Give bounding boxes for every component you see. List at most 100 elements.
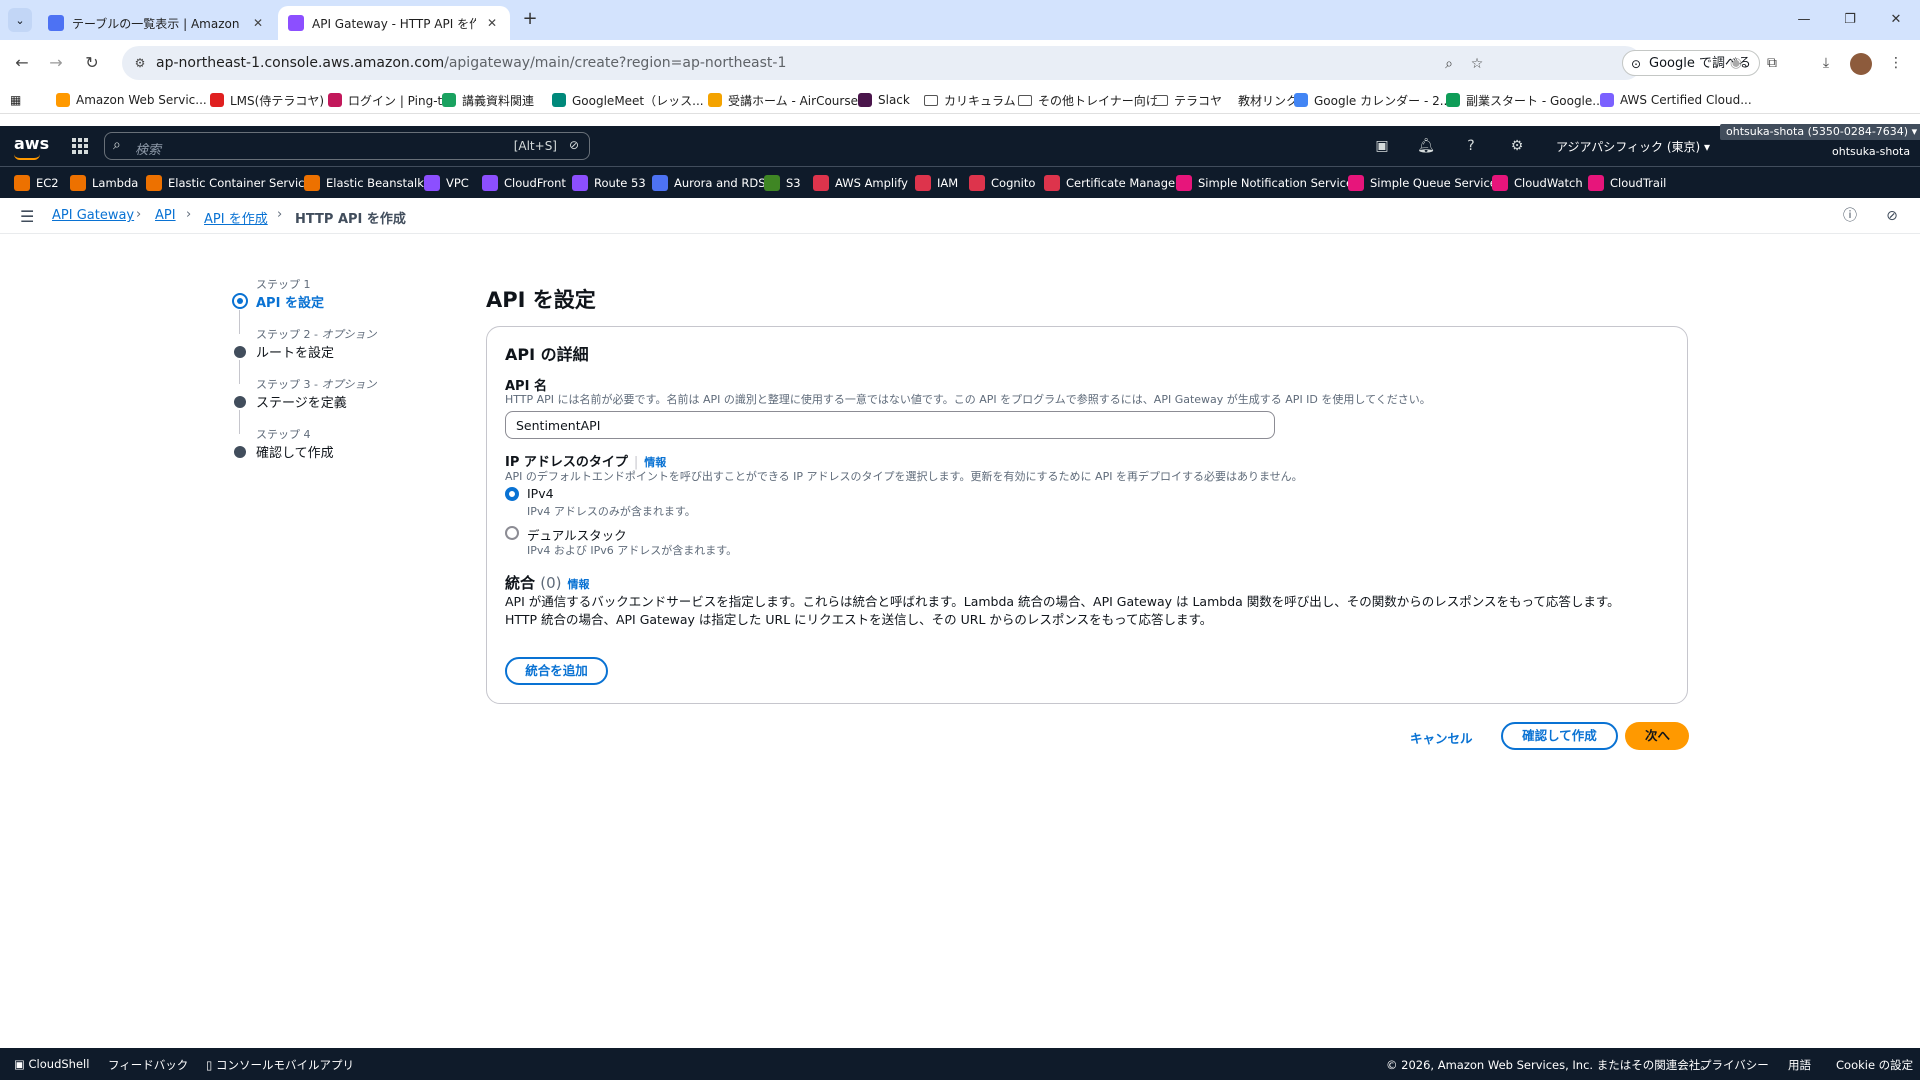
url-text[interactable]: ap-northeast-1.console.aws.amazon.com/ap… <box>156 55 786 71</box>
restore-icon[interactable]: ❐ <box>1838 8 1862 32</box>
favorite-label: Aurora and RDS <box>674 176 766 190</box>
site-settings-icon[interactable]: ⚙ <box>132 55 148 71</box>
apps-grid-icon[interactable]: ▦ <box>10 90 21 110</box>
info-circle-icon[interactable]: ⓘ <box>1841 207 1859 225</box>
services-menu-icon[interactable] <box>72 138 88 154</box>
favorite-service-ec2[interactable]: EC2 <box>14 174 59 192</box>
bookmark-item[interactable]: カリキュラム <box>924 90 1016 110</box>
favorite-service-aws-amplify[interactable]: AWS Amplify <box>813 174 908 192</box>
integrations-info-link[interactable]: 情報 <box>568 578 590 591</box>
api-name-description: HTTP API には名前が必要です。名前は API の識別と整理に使用する一意… <box>505 393 1431 406</box>
cloudshell-icon[interactable]: ▣ <box>1372 136 1392 156</box>
footer-privacy[interactable]: プライバシー <box>1700 1057 1769 1073</box>
new-tab-plus-icon[interactable]: + <box>518 8 542 32</box>
bookmark-item[interactable]: 受講ホーム - AirCourse <box>708 90 858 110</box>
next-button[interactable]: 次へ <box>1625 722 1689 750</box>
ipv4-label[interactable]: IPv4 <box>527 486 554 501</box>
forward-arrow-icon[interactable]: → <box>44 51 68 75</box>
settings-gear-icon[interactable]: ⚙ <box>1507 136 1527 156</box>
favorite-service-s3[interactable]: S3 <box>764 174 801 192</box>
bookmark-item[interactable]: ログイン | Ping-t <box>328 90 442 110</box>
wizard-step-1[interactable]: ステップ 1 API を設定 <box>232 276 434 334</box>
aws-logo[interactable]: aws <box>14 134 49 160</box>
notifications-bell-icon[interactable]: 🔔︎ <box>1416 136 1436 156</box>
favorite-service-elastic-beanstalk[interactable]: Elastic Beanstalk <box>304 174 424 192</box>
preferences-icon[interactable]: ⊘ <box>1883 207 1901 225</box>
address-bar[interactable]: ⚙ ap-northeast-1.console.aws.amazon.com/… <box>122 46 1760 80</box>
account-menu[interactable]: ohtsuka-shota (5350-0284-7634) ▾ <box>1720 124 1920 140</box>
step-label: API を設定 <box>256 296 324 311</box>
footer-feedback[interactable]: フィードバック <box>108 1057 188 1073</box>
wizard-step-2[interactable]: ステップ 2 - オプション ルートを設定 <box>234 326 434 384</box>
breadcrumb-create-api[interactable]: API を作成 <box>204 208 268 227</box>
window-close-icon[interactable]: ✕ <box>1884 8 1908 32</box>
bookmark-item[interactable]: 副業スタート - Google... <box>1446 90 1604 110</box>
favorite-service-route-53[interactable]: Route 53 <box>572 174 646 192</box>
favorite-service-simple-queue-service[interactable]: Simple Queue Service <box>1348 174 1497 192</box>
favorite-service-cloudfront[interactable]: CloudFront <box>482 174 566 192</box>
browser-tab-dynamodb[interactable]: テーブルの一覧表示 | Amazon Dy ✕ <box>38 6 276 40</box>
favorite-service-cloudtrail[interactable]: CloudTrail <box>1588 174 1666 192</box>
extensions-icon[interactable]: ⧉ <box>1762 53 1782 73</box>
bookmark-item[interactable]: LMS(侍テラコヤ) <box>210 90 324 110</box>
footer-cookie-settings[interactable]: Cookie の設定 <box>1836 1057 1913 1073</box>
bookmark-item[interactable]: Google カレンダー - 2... <box>1294 90 1451 110</box>
favorite-service-iam[interactable]: IAM <box>915 174 958 192</box>
breadcrumb-api[interactable]: API <box>155 208 176 223</box>
close-tab-icon[interactable]: ✕ <box>484 16 500 30</box>
bookmark-item[interactable]: その他トレイナー向け <box>1018 90 1158 110</box>
favorite-service-certificate-manager[interactable]: Certificate Manager <box>1044 174 1180 192</box>
footer-cloudshell[interactable]: ▣ CloudShell <box>14 1057 89 1071</box>
favorite-service-vpc[interactable]: VPC <box>424 174 469 192</box>
bookmark-item[interactable]: AWS Certified Cloud... <box>1600 90 1752 110</box>
chevron-right-icon: › <box>186 207 192 222</box>
breadcrumb-bar: ☰ API Gateway › API › API を作成 › HTTP API… <box>0 198 1920 234</box>
bookmark-item[interactable]: Amazon Web Servic... <box>56 90 207 110</box>
review-and-create-button[interactable]: 確認して作成 <box>1501 722 1618 750</box>
close-tab-icon[interactable]: ✕ <box>250 16 266 30</box>
bookmark-item[interactable]: GoogleMeet（レッス... <box>552 90 704 110</box>
browser-menu-icon[interactable]: ⋮ <box>1886 53 1906 73</box>
profile-avatar[interactable] <box>1850 53 1872 75</box>
wizard-step-4[interactable]: ステップ 4 確認して作成 <box>234 426 434 476</box>
step-label: ルートを設定 <box>256 346 335 361</box>
camera-icon[interactable]: ◉ <box>1726 53 1746 73</box>
tab-search-button[interactable]: ⌄ <box>8 8 32 32</box>
favorite-service-cognito[interactable]: Cognito <box>969 174 1035 192</box>
favorite-service-elastic-container-service[interactable]: Elastic Container Service <box>146 174 312 192</box>
favorite-service-lambda[interactable]: Lambda <box>70 174 138 192</box>
help-icon[interactable]: ? <box>1461 136 1481 156</box>
favorite-service-aurora-and-rds[interactable]: Aurora and RDS <box>652 174 766 192</box>
zoom-icon[interactable]: ⌕ <box>1440 55 1458 73</box>
bookmark-star-icon[interactable]: ☆ <box>1468 55 1486 73</box>
footer-terms[interactable]: 用語 <box>1788 1057 1811 1073</box>
add-integration-button[interactable]: 統合を追加 <box>505 657 608 685</box>
region-selector[interactable]: アジアパシフィック (東京) ▾ <box>1556 138 1710 155</box>
footer-mobile-app[interactable]: ▯ コンソールモバイルアプリ <box>206 1057 354 1073</box>
aws-search-input[interactable]: ⌕ 検索 [Alt+S] ⊘ <box>104 132 590 160</box>
back-arrow-icon[interactable]: ← <box>10 51 34 75</box>
bookmark-item[interactable]: 教材リンク <box>1238 90 1298 110</box>
download-icon[interactable]: ⤓ <box>1816 53 1836 73</box>
bookmark-item[interactable]: 講義資料関連 <box>442 90 534 110</box>
wizard-step-3[interactable]: ステップ 3 - オプション ステージを定義 <box>234 376 434 434</box>
bookmark-favicon-icon <box>1600 93 1614 107</box>
api-name-input[interactable] <box>505 411 1275 439</box>
browser-tab-apigateway[interactable]: API Gateway - HTTP API を作成 ✕ <box>278 6 510 40</box>
folder-icon <box>924 94 938 106</box>
bookmark-item[interactable]: テラコヤ <box>1154 90 1222 110</box>
bookmark-item[interactable]: Slack <box>858 90 910 110</box>
minimize-icon[interactable]: — <box>1792 8 1816 32</box>
cancel-button[interactable]: キャンセル <box>1410 728 1473 747</box>
search-options-icon[interactable]: ⊘ <box>569 138 579 152</box>
bookmark-favicon-icon <box>858 93 872 107</box>
breadcrumb-api-gateway[interactable]: API Gateway <box>52 208 134 223</box>
favorite-service-cloudwatch[interactable]: CloudWatch <box>1492 174 1583 192</box>
service-icon <box>969 175 985 191</box>
favorite-service-simple-notification-service[interactable]: Simple Notification Service <box>1176 174 1353 192</box>
service-icon <box>146 175 162 191</box>
reload-icon[interactable]: ↻ <box>80 51 104 75</box>
side-nav-menu-icon[interactable]: ☰ <box>20 207 36 226</box>
dualstack-radio[interactable] <box>505 526 519 540</box>
ipv4-radio[interactable] <box>505 487 519 501</box>
